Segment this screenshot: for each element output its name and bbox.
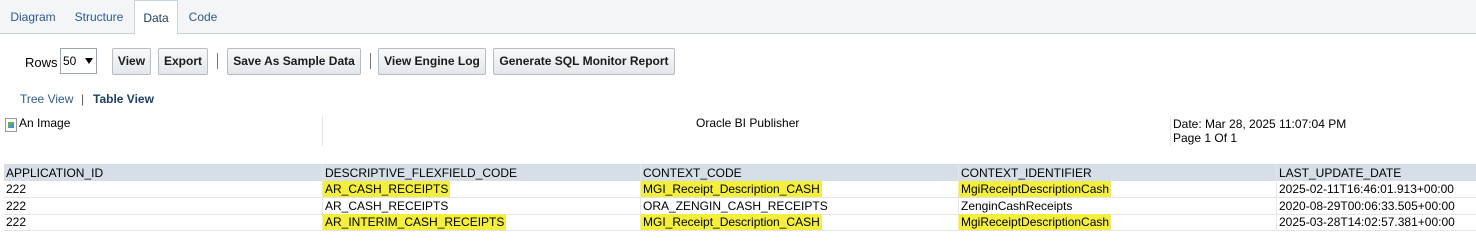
rows-select[interactable]: 50: [60, 48, 97, 74]
header-divider: [322, 116, 323, 146]
column-divider: [1276, 164, 1277, 231]
cell-context-code: MGI_Receipt_Description_CASH: [641, 214, 822, 230]
column-divider: [958, 164, 959, 231]
cell-application-id: 222: [6, 182, 27, 196]
tab-code[interactable]: Code: [180, 0, 226, 34]
column-header-last-update-date: LAST_UPDATE_DATE: [1279, 166, 1402, 180]
save-as-sample-data-button[interactable]: Save As Sample Data: [227, 48, 361, 75]
table-header: APPLICATION_ID DESCRIPTIVE_FLEXFIELD_COD…: [4, 164, 1476, 181]
chevron-down-icon: [85, 58, 93, 64]
column-header-context-identifier: CONTEXT_IDENTIFIER: [961, 166, 1092, 180]
toolbar-separator: [217, 53, 218, 69]
rows-label: Rows: [25, 55, 58, 70]
cell-context-identifier: MgiReceiptDescriptionCash: [959, 181, 1112, 197]
report-title: Oracle BI Publisher: [696, 116, 800, 130]
table-view-link[interactable]: Table View: [93, 92, 154, 106]
column-header-application-id: APPLICATION_ID: [6, 166, 104, 180]
table-row: 222 AR_INTERIM_CASH_RECEIPTS MGI_Receipt…: [4, 214, 1476, 231]
column-divider: [640, 164, 641, 231]
column-header-context-code: CONTEXT_CODE: [643, 166, 742, 180]
tab-diagram[interactable]: Diagram: [0, 0, 66, 34]
column-divider: [322, 164, 323, 231]
cell-context-identifier: MgiReceiptDescriptionCash: [959, 214, 1112, 230]
cell-descriptive-flexfield-code: AR_CASH_RECEIPTS: [323, 181, 451, 197]
view-engine-log-button[interactable]: View Engine Log: [378, 48, 486, 75]
report-image-alt: An Image: [19, 116, 71, 130]
tab-structure[interactable]: Structure: [66, 0, 132, 34]
tab-data[interactable]: Data: [134, 0, 178, 35]
table-row: 222 AR_CASH_RECEIPTS MGI_Receipt_Descrip…: [4, 181, 1476, 198]
cell-application-id: 222: [6, 199, 27, 213]
generate-sql-monitor-report-button[interactable]: Generate SQL Monitor Report: [493, 48, 675, 75]
tab-bar: Diagram Structure Data Code: [0, 0, 1476, 35]
cell-last-update-date: 2025-02-11T16:46:01.913+00:00: [1279, 182, 1454, 196]
broken-image-icon: [5, 118, 17, 132]
cell-application-id: 222: [6, 215, 27, 229]
cell-context-code: MGI_Receipt_Description_CASH: [641, 181, 822, 197]
cell-last-update-date: 2020-08-29T00:06:33.505+00:00: [1279, 199, 1455, 213]
view-link-separator: |: [81, 92, 85, 106]
export-button[interactable]: Export: [158, 48, 208, 75]
view-button[interactable]: View: [112, 48, 151, 75]
tree-view-link[interactable]: Tree View: [20, 92, 73, 106]
header-divider: [1170, 116, 1171, 146]
cell-descriptive-flexfield-code: AR_INTERIM_CASH_RECEIPTS: [323, 214, 507, 230]
toolbar-separator: [370, 53, 371, 69]
cell-context-code: ORA_ZENGIN_CASH_RECEIPTS: [643, 199, 828, 213]
column-header-descriptive-flexfield-code: DESCRIPTIVE_FLEXFIELD_CODE: [325, 166, 518, 180]
cell-context-identifier: ZenginCashReceipts: [961, 199, 1073, 213]
cell-descriptive-flexfield-code: AR_CASH_RECEIPTS: [325, 199, 449, 213]
report-page-number: Page 1 Of 1: [1173, 131, 1238, 145]
rows-select-value: 50: [63, 54, 77, 68]
table-row: 222 AR_CASH_RECEIPTS ORA_ZENGIN_CASH_REC…: [4, 198, 1476, 215]
cell-last-update-date: 2025-03-28T14:02:57.381+00:00: [1279, 215, 1455, 229]
